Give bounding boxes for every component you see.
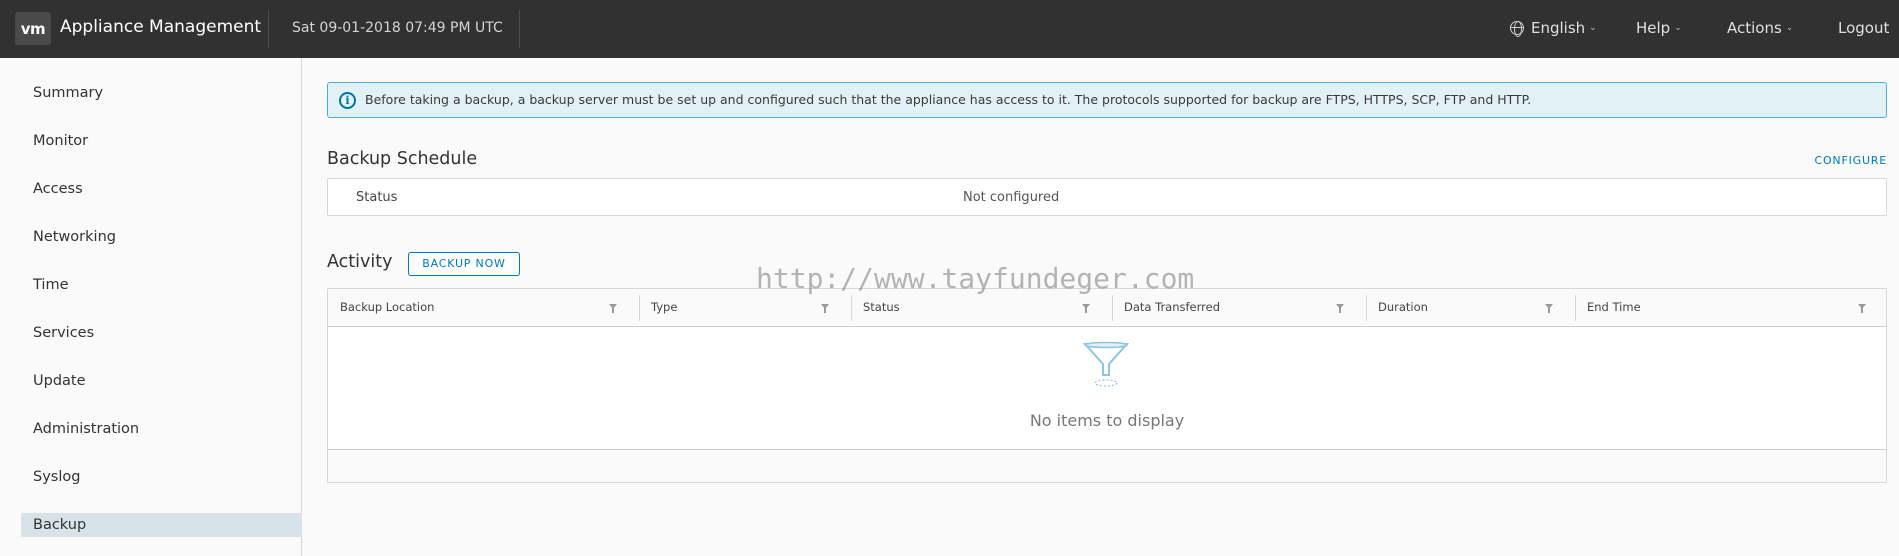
sidebar-item-monitor[interactable]: Monitor	[21, 129, 302, 153]
activity-datagrid: Backup Location Type Status Data Transfe…	[327, 288, 1887, 483]
header-divider	[268, 10, 269, 48]
alert-text: Before taking a backup, a backup server …	[365, 92, 1532, 107]
sidebar-item-administration[interactable]: Administration	[21, 417, 302, 441]
schedule-status-row: Status Not configured	[327, 178, 1887, 216]
info-icon: i	[339, 92, 356, 109]
sidebar-item-update[interactable]: Update	[21, 369, 302, 393]
status-value: Not configured	[963, 190, 1060, 205]
filter-icon[interactable]	[1545, 304, 1553, 313]
help-label: Help	[1636, 19, 1671, 37]
watermark-text: http://www.tayfundeger.com	[756, 262, 1195, 295]
sidebar-item-access[interactable]: Access	[21, 177, 302, 201]
sidebar-item-services[interactable]: Services	[21, 321, 302, 345]
help-menu[interactable]: Help ⌄	[1636, 19, 1682, 37]
info-alert: i Before taking a backup, a backup serve…	[327, 82, 1887, 118]
language-label: English	[1531, 19, 1586, 37]
sidebar-item-summary[interactable]: Summary	[21, 81, 302, 105]
sidebar-item-networking[interactable]: Networking	[21, 225, 302, 249]
logout-link[interactable]: Logout	[1838, 19, 1889, 37]
sidebar-item-time[interactable]: Time	[21, 273, 302, 297]
filter-icon[interactable]	[1336, 304, 1344, 313]
chevron-down-icon: ⌄	[1674, 23, 1682, 33]
datagrid-footer	[328, 449, 1886, 482]
filter-icon[interactable]	[821, 304, 829, 313]
filter-icon[interactable]	[1858, 304, 1866, 313]
backup-now-button[interactable]: BACKUP NOW	[408, 252, 520, 276]
no-items-text: No items to display	[1029, 411, 1185, 430]
header-datetime: Sat 09-01-2018 07:49 PM UTC	[292, 20, 503, 36]
sidebar-nav: Summary Monitor Access Networking Time S…	[0, 58, 302, 556]
actions-menu[interactable]: Actions ⌄	[1727, 19, 1793, 37]
chevron-down-icon: ⌄	[1589, 23, 1597, 33]
globe-icon	[1510, 21, 1524, 37]
header-divider	[519, 10, 520, 48]
column-header-end-time[interactable]: End Time	[1575, 289, 1886, 326]
sidebar-item-syslog[interactable]: Syslog	[21, 465, 302, 489]
empty-funnel-icon	[1083, 341, 1129, 387]
sidebar-item-backup[interactable]: Backup	[21, 513, 302, 537]
datagrid-empty-placeholder: No items to display	[328, 327, 1886, 449]
top-header: vm Appliance Management Sat 09-01-2018 0…	[0, 0, 1899, 58]
filter-icon[interactable]	[1082, 304, 1090, 313]
configure-link[interactable]: CONFIGURE	[1814, 154, 1887, 167]
backup-schedule-title: Backup Schedule	[327, 149, 478, 169]
filter-icon[interactable]	[609, 304, 617, 313]
column-header-backup-location[interactable]: Backup Location	[328, 289, 639, 326]
language-menu[interactable]: English ⌄	[1510, 19, 1597, 37]
app-title: Appliance Management	[60, 17, 262, 37]
activity-title: Activity	[327, 252, 393, 272]
status-label: Status	[356, 190, 398, 205]
chevron-down-icon: ⌄	[1785, 23, 1794, 33]
actions-label: Actions	[1727, 19, 1782, 37]
column-header-duration[interactable]: Duration	[1366, 289, 1575, 326]
vm-logo: vm	[15, 12, 51, 45]
